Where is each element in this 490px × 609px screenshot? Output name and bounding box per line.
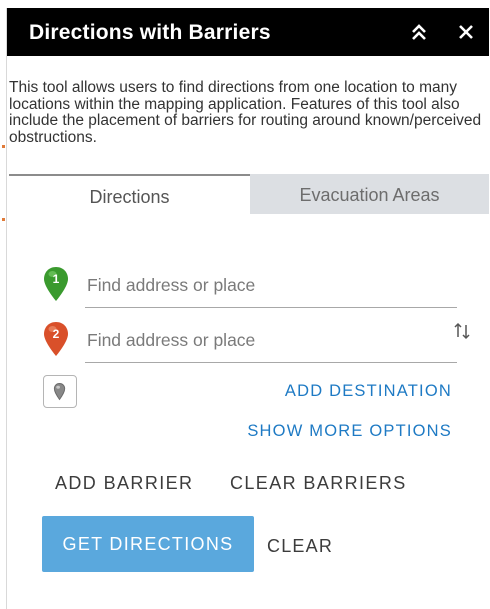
map-feature-dot [2, 218, 5, 221]
double-chevron-up-icon[interactable] [407, 20, 431, 44]
show-more-options-link[interactable]: SHOW MORE OPTIONS [247, 422, 452, 441]
map-pin-button[interactable] [43, 375, 77, 408]
add-destination-link[interactable]: ADD DESTINATION [285, 382, 452, 401]
tab-directions[interactable]: Directions [9, 174, 250, 214]
panel-title: Directions with Barriers [29, 21, 271, 44]
panel-titlebar: Directions with Barriers [7, 8, 489, 56]
clear-barriers-button[interactable]: CLEAR BARRIERS [230, 473, 407, 494]
close-icon[interactable] [454, 20, 478, 44]
directions-panel: Directions with Barriers This tool allow… [6, 8, 489, 609]
stop-number: 2 [53, 327, 60, 341]
tab-bar: Directions Evacuation Areas [9, 174, 489, 214]
get-directions-button[interactable]: GET DIRECTIONS [42, 516, 254, 572]
tool-description: This tool allows users to find direction… [9, 79, 482, 146]
stop-row-1: 1 [43, 264, 457, 308]
stop-marker-green-icon: 1 [44, 267, 68, 301]
stop-number: 1 [53, 272, 60, 286]
swap-stops-icon[interactable] [451, 320, 473, 342]
stop-2-input[interactable] [85, 319, 457, 363]
stop-row-2: 2 [43, 319, 457, 363]
tab-evacuation-areas[interactable]: Evacuation Areas [250, 174, 489, 214]
stop-marker-red-icon: 2 [44, 322, 68, 356]
map-feature-dot [2, 145, 5, 148]
clear-button[interactable]: CLEAR [267, 536, 333, 557]
stop-1-input[interactable] [85, 264, 457, 308]
add-barrier-button[interactable]: ADD BARRIER [55, 473, 193, 494]
map-pin-icon [53, 383, 66, 401]
